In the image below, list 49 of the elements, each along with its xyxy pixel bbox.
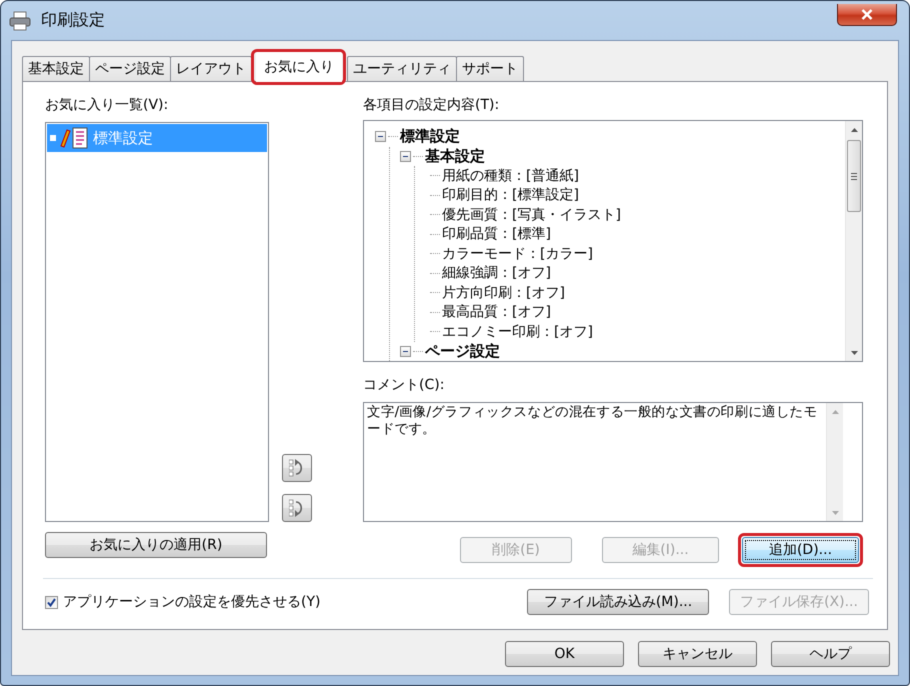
setting-value[interactable]: 用紙の種類：[普通紙] bbox=[442, 166, 579, 185]
cancel-button[interactable]: キャンセル bbox=[638, 641, 757, 667]
tree-group-label[interactable]: 標準設定 bbox=[400, 127, 460, 146]
grip-icon bbox=[851, 172, 857, 180]
setting-value[interactable]: エコノミー印刷：[オフ] bbox=[442, 322, 593, 341]
checkbox-label[interactable]: アプリケーションの設定を優先させる(Y) bbox=[63, 593, 320, 611]
tab[interactable]: お気に入り bbox=[256, 52, 342, 82]
tab[interactable]: ユーティリティ bbox=[347, 56, 457, 81]
setting-value[interactable]: 細線強調：[オフ] bbox=[442, 264, 551, 282]
collapse-icon[interactable] bbox=[400, 150, 411, 162]
settings-tree[interactable]: 標準設定 基本設定 用紙の種類：[普通紙] 印刷目的：[標準設定] 優先画質：[写真・イラスト] 印刷品質：[標準] カラーモード：[カラー] 細線強調：[オフ] 片方向印刷：[オフ] 最高品質：[オフ] エコノミー印刷：[オフ] ページ設定 bbox=[363, 120, 863, 362]
scroll-up-icon[interactable] bbox=[850, 128, 858, 132]
move-down-icon bbox=[289, 499, 305, 517]
collapse-icon[interactable] bbox=[375, 131, 386, 142]
comment-box[interactable]: 文字/画像/グラフィックスなどの混在する一般的な文書の印刷に適したモードです。 bbox=[363, 402, 863, 522]
tab[interactable]: ページ設定 bbox=[89, 56, 171, 81]
document-pen-icon bbox=[49, 127, 89, 149]
setting-value[interactable]: 印刷品質：[標準] bbox=[442, 225, 551, 244]
settings-label: 各項目の設定内容(T): bbox=[363, 96, 500, 115]
setting-value[interactable]: 最高品質：[オフ] bbox=[442, 303, 551, 322]
tree-group-label[interactable]: ページ設定 bbox=[425, 342, 500, 361]
move-up-icon bbox=[289, 459, 305, 477]
ok-button[interactable]: OK bbox=[505, 641, 624, 667]
setting-value[interactable]: カラーモード：[カラー] bbox=[442, 244, 593, 263]
setting-value[interactable]: 片方向印刷：[オフ] bbox=[442, 284, 565, 302]
printer-icon bbox=[9, 10, 31, 30]
move-up-button[interactable] bbox=[282, 454, 312, 482]
move-down-button[interactable] bbox=[282, 494, 312, 522]
close-button[interactable] bbox=[837, 4, 897, 26]
comment-text: 文字/画像/グラフィックスなどの混在する一般的な文書の印刷に適したモードです。 bbox=[366, 403, 818, 439]
tab[interactable]: レイアウト bbox=[170, 56, 252, 81]
add-button[interactable]: 追加(D)... bbox=[742, 537, 859, 563]
tree-group-label[interactable]: 基本設定 bbox=[425, 146, 485, 166]
list-label: お気に入り一覧(V): bbox=[45, 96, 170, 115]
load-file-button[interactable]: ファイル読み込み(M)... bbox=[527, 589, 709, 615]
checkbox[interactable] bbox=[45, 596, 58, 608]
scroll-down-icon[interactable] bbox=[850, 350, 858, 354]
setting-value[interactable]: 優先画質：[写真・イラスト] bbox=[442, 206, 621, 224]
item-label: 標準設定 bbox=[93, 128, 153, 148]
tab[interactable]: サポート bbox=[456, 56, 524, 81]
apply-favorite-button[interactable]: お気に入りの適用(R) bbox=[45, 532, 267, 558]
close-icon bbox=[861, 8, 873, 20]
help-button[interactable]: ヘルプ bbox=[771, 641, 890, 667]
window-title: 印刷設定 bbox=[41, 10, 105, 31]
comment-label: コメント(C): bbox=[363, 376, 446, 395]
tab[interactable]: 基本設定 bbox=[22, 56, 90, 81]
collapse-icon[interactable] bbox=[400, 346, 411, 357]
setting-value[interactable]: 印刷目的：[標準設定] bbox=[442, 186, 579, 204]
scrollbar[interactable] bbox=[845, 121, 862, 361]
